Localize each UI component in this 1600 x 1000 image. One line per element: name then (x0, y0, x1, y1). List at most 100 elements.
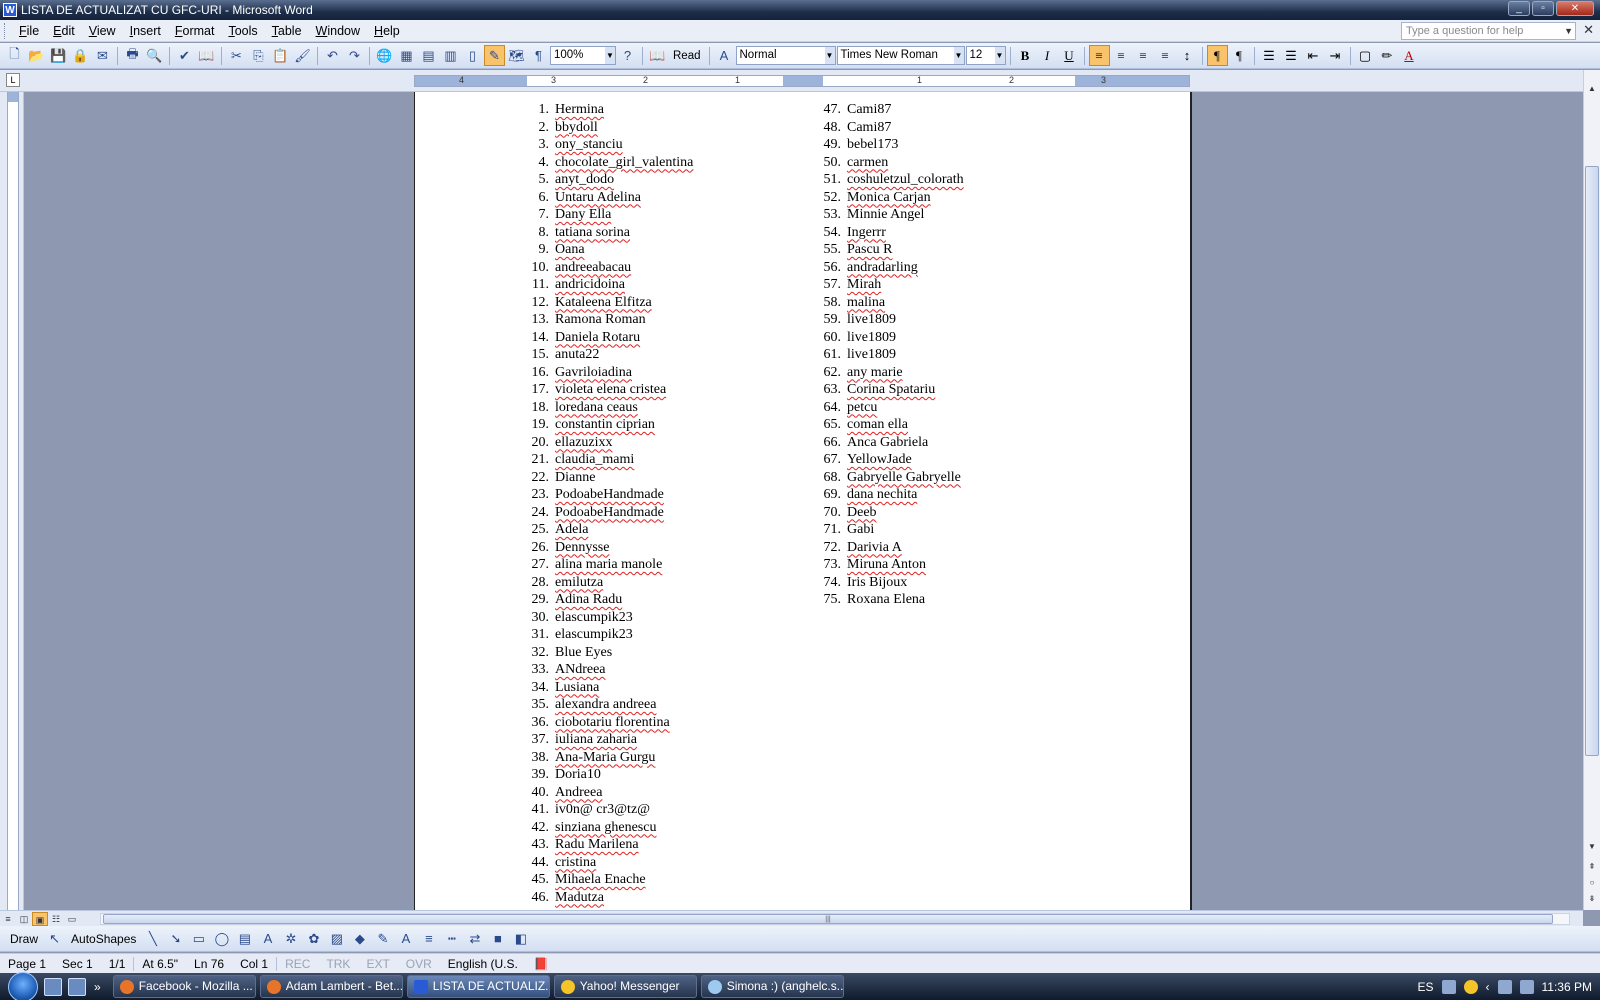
print-preview-icon[interactable]: 🔍 (144, 45, 165, 66)
rtl-icon[interactable]: ¶ (1229, 45, 1250, 66)
copy-icon[interactable]: ⎘ (248, 45, 269, 66)
document-page[interactable]: 1. Hermina 2. bbydoll 3. ony_stanciu 4. chocola… (414, 92, 1192, 910)
list-item[interactable]: 50. carmen (817, 154, 964, 172)
arrow-style-icon[interactable]: ⇄ (464, 928, 485, 949)
open-folder-icon[interactable]: 📂 (26, 45, 47, 66)
list-item[interactable]: 46. Madutza (525, 889, 693, 907)
font-color-draw-icon[interactable]: A (395, 928, 416, 949)
next-page-icon[interactable]: ⇟ (1584, 892, 1600, 906)
list-item[interactable]: 26. Dennysse (525, 539, 693, 557)
select-browse-object-icon[interactable]: ○ (1584, 876, 1600, 890)
read-icon[interactable]: 📖 (647, 45, 668, 66)
list-item[interactable]: 11. andricidoina (525, 276, 693, 294)
menu-window[interactable]: Window (309, 20, 367, 42)
clock[interactable]: 11:36 PM (1542, 980, 1592, 994)
list-item[interactable]: 73. Miruna Anton (817, 556, 964, 574)
list-item[interactable]: 37. iuliana zaharia (525, 731, 693, 749)
help-search-input[interactable]: Type a question for help ▼ (1401, 22, 1576, 40)
bold-icon[interactable]: B (1015, 45, 1036, 66)
close-document-icon[interactable]: ✕ (1583, 22, 1594, 38)
horizontal-scroll-thumb[interactable]: ||| (103, 914, 1553, 924)
highlight-icon[interactable]: ✏ (1377, 45, 1398, 66)
clipart-icon[interactable]: ✿ (303, 928, 324, 949)
research-icon[interactable]: 📖 (196, 45, 217, 66)
list-item[interactable]: 33. ANdreea (525, 661, 693, 679)
list-item[interactable]: 17. violeta elena cristea (525, 381, 693, 399)
autoshapes-menu-button[interactable]: AutoShapes (67, 932, 140, 946)
vertical-ruler[interactable] (0, 92, 24, 910)
list-item[interactable]: 49. bebel173 (817, 136, 964, 154)
list-item[interactable]: 65. coman ella (817, 416, 964, 434)
document-map-icon[interactable]: 🗺 (506, 45, 527, 66)
vertical-scrollbar[interactable]: ▲ ▼ ⇞ ○ ⇟ (1583, 70, 1600, 910)
menu-help[interactable]: Help (367, 20, 407, 42)
dash-style-icon[interactable]: ┅ (441, 928, 462, 949)
toolbar-grip[interactable] (4, 22, 8, 39)
print-icon[interactable]: 🖶 (122, 45, 143, 66)
list-item[interactable]: 36. ciobotariu florentina (525, 714, 693, 732)
list-item[interactable]: 40. Andreea (525, 784, 693, 802)
list-item[interactable]: 52. Monica Carjan (817, 189, 964, 207)
list-item[interactable]: 70. Deeb (817, 504, 964, 522)
minimize-button[interactable]: _ (1508, 1, 1530, 16)
line-color-icon[interactable]: ✎ (372, 928, 393, 949)
menu-insert[interactable]: Insert (123, 20, 168, 42)
tab-selector-icon[interactable]: L (6, 73, 20, 87)
list-item[interactable]: 25. Adela (525, 521, 693, 539)
status-language[interactable]: English (U.S. (440, 957, 526, 971)
list-item[interactable]: 59. live1809 (817, 311, 964, 329)
tray-expand-icon[interactable]: ‹ (1486, 980, 1490, 994)
list-item[interactable]: 75. Roxana Elena (817, 591, 964, 609)
horizontal-scrollbar[interactable]: ||| (100, 913, 1570, 925)
menu-format[interactable]: Format (168, 20, 222, 42)
arrow-icon[interactable]: ➘ (165, 928, 186, 949)
list-item[interactable]: 29. Adina Radu (525, 591, 693, 609)
status-trk[interactable]: TRK (318, 957, 358, 971)
list-item[interactable]: 62. any marie (817, 364, 964, 382)
list-item[interactable]: 58. malina (817, 294, 964, 312)
print-layout-view-icon[interactable]: ▣ (32, 911, 48, 926)
list-item[interactable]: 19. constantin ciprian (525, 416, 693, 434)
list-item[interactable]: 10. andreeabacau (525, 259, 693, 277)
status-ext[interactable]: EXT (358, 957, 397, 971)
list-item[interactable]: 57. Mirah (817, 276, 964, 294)
columns-icon[interactable]: ▯ (462, 45, 483, 66)
list-item[interactable]: 38. Ana-Maria Gurgu (525, 749, 693, 767)
list-item[interactable]: 13. Ramona Roman (525, 311, 693, 329)
network-icon[interactable] (1497, 979, 1512, 994)
fill-color-icon[interactable]: ◆ (349, 928, 370, 949)
new-document-icon[interactable]: 🗋 (4, 45, 25, 66)
line-spacing-icon[interactable]: ↕ (1177, 45, 1198, 66)
list-item[interactable]: 64. petcu (817, 399, 964, 417)
spelling-icon[interactable]: ✔ (174, 45, 195, 66)
normal-view-icon[interactable]: ≡ (0, 912, 16, 926)
save-icon[interactable]: 💾 (48, 45, 69, 66)
increase-indent-icon[interactable]: ⇥ (1325, 45, 1346, 66)
list-item[interactable]: 32. Blue Eyes (525, 644, 693, 662)
list-item[interactable]: 12. Kataleena Elfitza (525, 294, 693, 312)
list-item[interactable]: 54. Ingerrr (817, 224, 964, 242)
line-style-icon[interactable]: ≡ (418, 928, 439, 949)
previous-page-icon[interactable]: ⇞ (1584, 860, 1600, 874)
list-item[interactable]: 30. elascumpik23 (525, 609, 693, 627)
permission-icon[interactable]: 🔒 (70, 45, 91, 66)
font-size-select[interactable]: 12 ▼ (965, 46, 1006, 65)
list-item[interactable]: 23. PodoabeHandmade (525, 486, 693, 504)
list-item[interactable]: 14. Daniela Rotaru (525, 329, 693, 347)
oval-icon[interactable]: ◯ (211, 928, 232, 949)
email-icon[interactable]: ✉ (92, 45, 113, 66)
list-item[interactable]: 71. Gabi (817, 521, 964, 539)
taskbar-item-word[interactable]: LISTA DE ACTUALIZ... (406, 975, 550, 998)
start-button[interactable] (8, 971, 38, 1000)
chevron-down-icon[interactable]: ▼ (1564, 23, 1573, 39)
align-center-icon[interactable]: ≡ (1111, 45, 1132, 66)
draw-menu-button[interactable]: Draw (6, 932, 42, 946)
read-button[interactable]: Read (669, 50, 705, 62)
list-item[interactable]: 15. anuta22 (525, 346, 693, 364)
list-item[interactable]: 69. dana nechita (817, 486, 964, 504)
scroll-up-icon[interactable]: ▲ (1584, 82, 1600, 96)
quicklaunch-overflow-icon[interactable]: » (94, 980, 101, 994)
italic-icon[interactable]: I (1037, 45, 1058, 66)
insert-excel-icon[interactable]: ▥ (440, 45, 461, 66)
web-view-icon[interactable]: ◫ (16, 912, 32, 926)
